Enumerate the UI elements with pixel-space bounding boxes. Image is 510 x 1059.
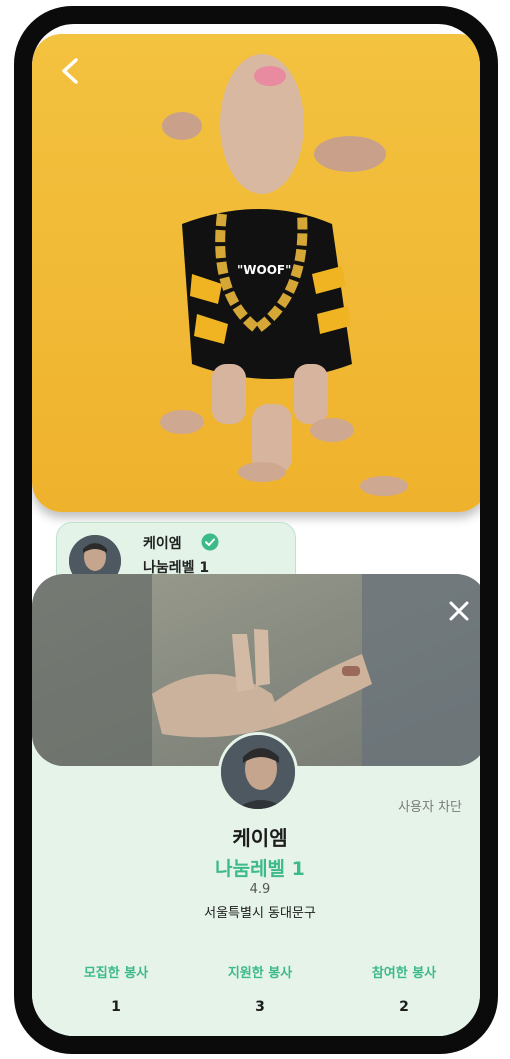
svg-text:"WOOF": "WOOF" (237, 263, 291, 277)
stat-recruited[interactable]: 모집한 봉사 1 (56, 962, 176, 1015)
profile-location: 서울특별시 동대문구 (204, 906, 316, 921)
author-name: 케이엠 (143, 536, 182, 552)
stat-value: 3 (255, 999, 265, 1015)
close-icon (449, 601, 469, 621)
close-button[interactable] (448, 600, 470, 622)
back-button[interactable] (58, 56, 84, 86)
stat-label: 지원한 봉사 (227, 966, 293, 981)
stat-label: 모집한 봉사 (83, 966, 149, 981)
stat-participated[interactable]: 참여한 봉사 2 (344, 962, 464, 1015)
block-user-button[interactable]: 사용자 차단 (398, 796, 462, 815)
stat-value: 2 (399, 999, 409, 1015)
stat-applied[interactable]: 지원한 봉사 3 (200, 962, 320, 1015)
phone-frame: "WOOF" 케이엠 나눔레벨 1 사용자 차단 케이엠 나눔레벨 1 4.9 … (14, 6, 498, 1054)
profile-name: 케이엠 (232, 826, 288, 850)
post-photo: "WOOF" (32, 34, 480, 512)
verified-check-icon (201, 533, 219, 551)
stat-value: 1 (111, 999, 121, 1015)
profile-sheet: 사용자 차단 케이엠 나눔레벨 1 4.9 서울특별시 동대문구 모집한 봉사 … (32, 574, 480, 1036)
chevron-left-icon (62, 58, 78, 84)
profile-rating: 4.9 (249, 882, 271, 897)
stat-label: 참여한 봉사 (371, 966, 437, 981)
profile-avatar (218, 732, 298, 812)
screen: "WOOF" 케이엠 나눔레벨 1 사용자 차단 케이엠 나눔레벨 1 4.9 … (32, 24, 480, 1036)
dog-photo-illustration: "WOOF" (160, 54, 408, 496)
person-icon (221, 735, 295, 809)
profile-level: 나눔레벨 1 (215, 858, 305, 880)
